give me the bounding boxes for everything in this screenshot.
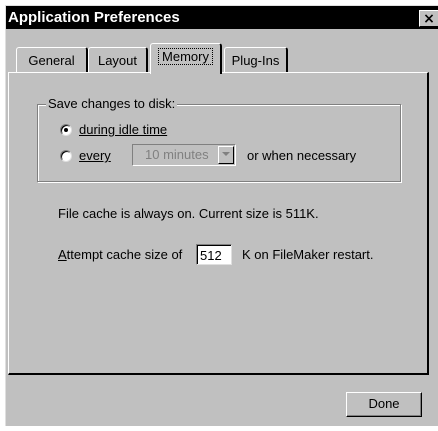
close-button[interactable]: × — [419, 10, 438, 27]
tab-general-label: General — [28, 53, 75, 68]
interval-value: 10 minutes — [145, 147, 209, 162]
dropdown-button[interactable] — [218, 146, 234, 164]
restart-label: K on FileMaker restart. — [242, 247, 374, 262]
every-label[interactable]: every — [79, 148, 111, 164]
file-cache-status: File cache is always on. Current size is… — [58, 206, 319, 221]
tab-plug-ins[interactable]: Plug-Ins — [224, 47, 288, 72]
window-title: Application Preferences — [8, 9, 180, 26]
tab-memory-label: Memory — [158, 48, 213, 65]
interval-dropdown[interactable]: 10 minutes — [132, 144, 236, 166]
done-button[interactable]: Done — [346, 392, 422, 417]
idle-time-radio[interactable] — [60, 124, 72, 136]
save-changes-group — [37, 104, 401, 182]
chevron-down-icon — [222, 152, 230, 156]
title-bar[interactable]: Application Preferences — [6, 6, 438, 29]
attempt-cache-label: Attempt cache size of — [58, 247, 183, 262]
close-icon: × — [423, 11, 435, 27]
cache-size-input[interactable] — [196, 244, 232, 265]
save-changes-group-label: Save changes to disk: — [46, 96, 178, 112]
tab-plug-ins-label: Plug-Ins — [231, 53, 280, 68]
or-when-necessary-label: or when necessary — [247, 148, 357, 163]
tab-layout[interactable]: Layout — [88, 47, 148, 72]
tab-general[interactable]: General — [16, 47, 88, 72]
idle-time-label[interactable]: during idle time — [79, 122, 167, 138]
radio-selected-dot — [64, 128, 68, 132]
every-radio[interactable] — [60, 150, 72, 162]
tab-layout-label: Layout — [97, 53, 138, 68]
tab-memory[interactable]: Memory — [150, 43, 222, 74]
